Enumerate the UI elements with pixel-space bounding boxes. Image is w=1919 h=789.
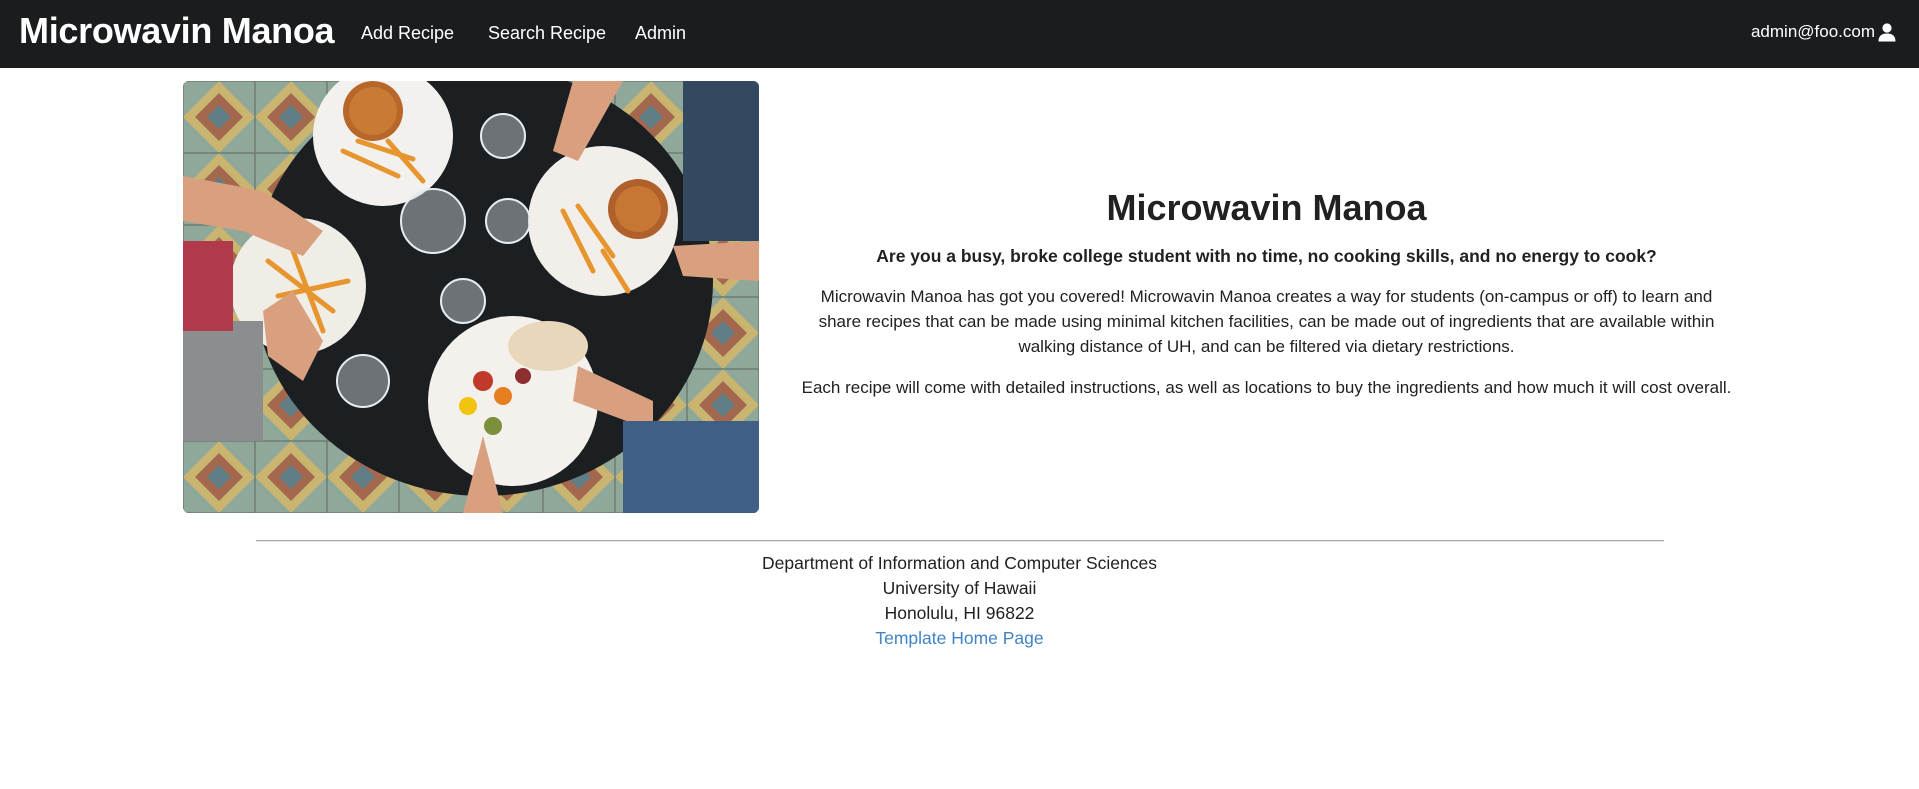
footer-university: University of Hawaii (882, 578, 1037, 598)
footer-department: Department of Information and Computer S… (762, 553, 1157, 573)
user-dropdown[interactable]: admin@foo.com (1751, 21, 1897, 43)
brand-home-link[interactable]: Microwavin Manoa (19, 10, 335, 52)
nav-add-recipe[interactable]: Add Recipe (361, 22, 454, 44)
hero-food-image (183, 81, 759, 513)
hero-description: Microwavin Manoa has got you covered! Mi… (818, 287, 1715, 356)
hero-text-block: Microwavin Manoa Are you a busy, broke c… (784, 186, 1749, 416)
top-navbar: Microwavin Manoa Add Recipe Search Recip… (0, 0, 1919, 68)
nav-search-recipe[interactable]: Search Recipe (488, 22, 606, 44)
hero-details: Each recipe will come with detailed inst… (801, 378, 1732, 397)
user-email: admin@foo.com (1750, 22, 1875, 41)
footer-divider (256, 540, 1664, 542)
user-icon (1877, 22, 1897, 42)
footer-address: Honolulu, HI 96822 (884, 603, 1035, 623)
footer: Department of Information and Computer S… (0, 551, 1919, 651)
template-home-link[interactable]: Template Home Page (0, 626, 1919, 651)
hero-question: Are you a busy, broke college student wi… (876, 246, 1657, 266)
nav-admin[interactable]: Admin (635, 22, 686, 44)
hero-title: Microwavin Manoa (1106, 187, 1427, 228)
